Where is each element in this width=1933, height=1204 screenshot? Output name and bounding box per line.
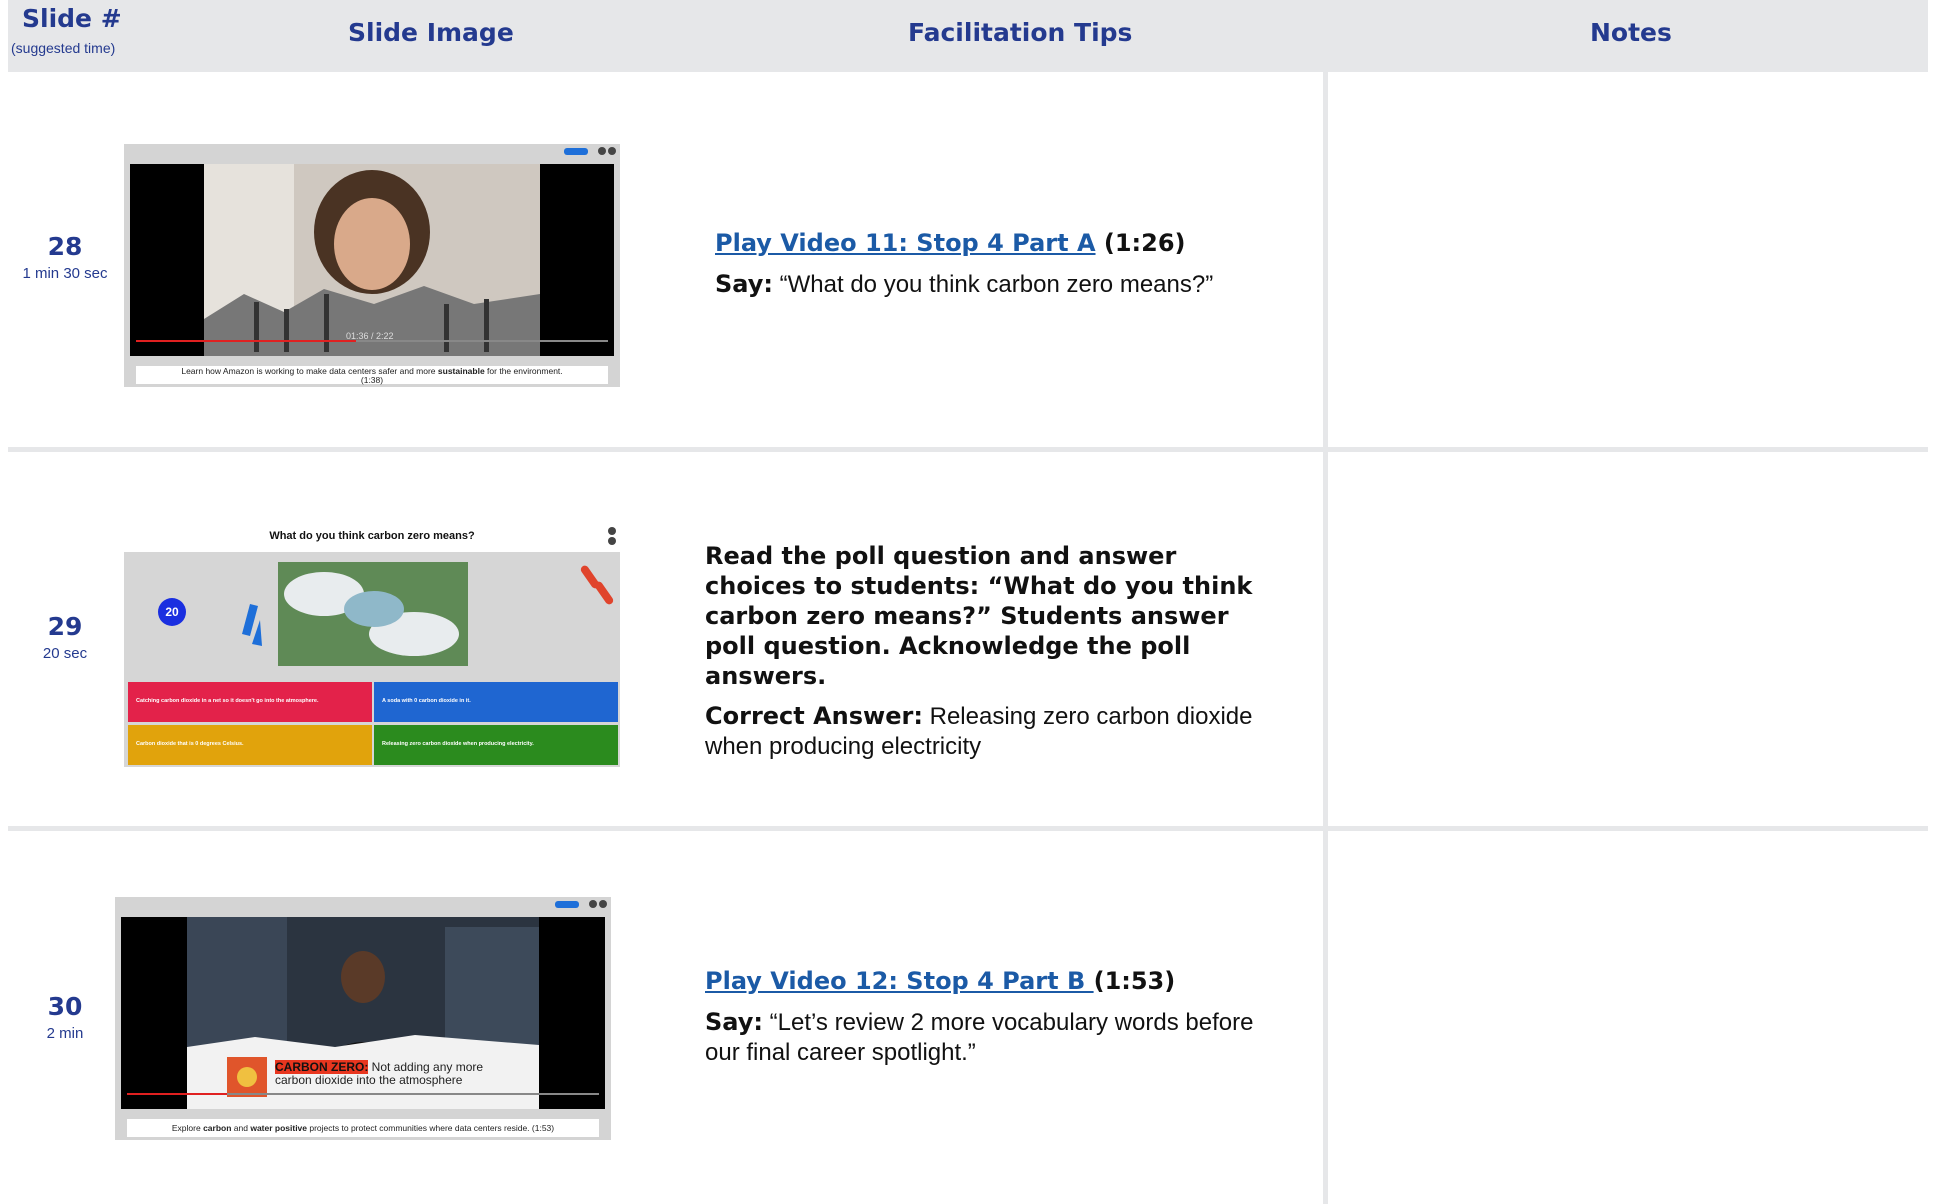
caption-bold: carbon bbox=[203, 1123, 232, 1133]
facilitation-tips-cell: Play Video 12: Stop 4 Part B (1:53) Say:… bbox=[705, 966, 1285, 1078]
say-line: Say: “What do you think carbon zero mean… bbox=[715, 269, 1275, 300]
header-suggested-time: (suggested time) bbox=[11, 40, 116, 56]
video-link[interactable]: Play Video 11: Stop 4 Part A bbox=[715, 229, 1096, 257]
say-line: Say: “Let’s review 2 more vocabulary wor… bbox=[705, 1007, 1285, 1068]
caption-text: Learn how Amazon is working to make data… bbox=[181, 366, 438, 376]
slide-number: 29 bbox=[47, 612, 83, 641]
poll-answer-d[interactable]: Releasing zero carbon dioxide when produ… bbox=[382, 741, 612, 747]
video-line: Play Video 11: Stop 4 Part A (1:26) bbox=[715, 228, 1275, 259]
video-line: Play Video 12: Stop 4 Part B (1:53) bbox=[705, 966, 1285, 997]
caption-text: for the environment. bbox=[484, 366, 563, 376]
table-header: Slide # (suggested time) Slide Image Fac… bbox=[8, 0, 1928, 72]
suggested-time: 1 min 30 sec bbox=[22, 265, 108, 282]
video-duration: (1:53) bbox=[1093, 967, 1176, 995]
slide-number: 28 bbox=[47, 232, 83, 261]
caption-text: and bbox=[231, 1123, 251, 1133]
slide-number-cell: 30 2 min bbox=[0, 992, 130, 1042]
header-slide-image: Slide Image bbox=[348, 18, 514, 47]
slide-number-cell: 29 20 sec bbox=[0, 612, 130, 662]
video-link[interactable]: Play Video 12: Stop 4 Part B bbox=[705, 967, 1094, 995]
say-text: “What do you think carbon zero means?” bbox=[772, 271, 1214, 298]
correct-answer-label: Correct Answer: bbox=[705, 702, 923, 730]
header-slide-number: Slide # bbox=[22, 4, 122, 33]
vocabulary-definition: Not adding any more bbox=[368, 1060, 484, 1074]
say-text: “Let’s review 2 more vocabulary words be… bbox=[705, 1009, 1254, 1066]
thumbnail-caption: Learn how Amazon is working to make data… bbox=[136, 367, 608, 385]
suggested-time: 20 sec bbox=[42, 645, 88, 662]
video-player-graphic bbox=[115, 897, 611, 1140]
poll-answer-b[interactable]: A soda with 0 carbon dioxide in it. bbox=[382, 698, 612, 704]
poll-graphic bbox=[124, 527, 620, 767]
poll-answer-a[interactable]: Catching carbon dioxide in a net so it d… bbox=[136, 698, 366, 704]
poll-answer-c[interactable]: Carbon dioxide that is 0 degrees Celsius… bbox=[136, 741, 366, 747]
column-divider bbox=[1323, 72, 1328, 1204]
header-notes: Notes bbox=[1590, 18, 1672, 47]
correct-answer-line: Correct Answer: Releasing zero carbon di… bbox=[705, 701, 1265, 762]
vocabulary-banner: CARBON ZERO: Not adding any more carbon … bbox=[275, 1060, 484, 1087]
slide-thumbnail-video[interactable]: 01:36 / 2:22 Learn how Amazon is working… bbox=[124, 144, 620, 387]
vocabulary-term: CARBON ZERO: bbox=[275, 1060, 369, 1074]
slide-thumbnail-video[interactable]: CARBON ZERO: Not adding any more carbon … bbox=[115, 897, 611, 1140]
video-player-graphic bbox=[124, 144, 620, 387]
poll-instructions: Read the poll question and answer choice… bbox=[705, 542, 1253, 690]
slide-number-cell: 28 1 min 30 sec bbox=[0, 232, 130, 282]
say-label: Say: bbox=[705, 1008, 763, 1036]
suggested-time: 2 min bbox=[46, 1025, 84, 1042]
slide-thumbnail-poll[interactable]: What do you think carbon zero means? 20 … bbox=[124, 524, 620, 767]
caption-time: (1:38) bbox=[360, 375, 384, 385]
video-duration: (1:26) bbox=[1095, 229, 1186, 257]
video-timecode: 01:36 / 2:22 bbox=[346, 331, 394, 341]
caption-text: Explore bbox=[171, 1123, 204, 1133]
facilitation-tips-cell: Play Video 11: Stop 4 Part A (1:26) Say:… bbox=[715, 228, 1275, 310]
slide-number: 30 bbox=[47, 992, 83, 1021]
caption-text: projects to protect communities where da… bbox=[307, 1123, 555, 1133]
poll-timer: 20 bbox=[158, 598, 186, 626]
caption-bold: sustainable bbox=[437, 366, 485, 376]
header-facilitation-tips: Facilitation Tips bbox=[908, 18, 1133, 47]
row-divider bbox=[8, 826, 1928, 831]
thumbnail-caption: Explore carbon and water positive projec… bbox=[127, 1123, 599, 1133]
say-label: Say: bbox=[715, 270, 773, 298]
row-divider bbox=[8, 447, 1928, 452]
caption-bold: water positive bbox=[250, 1123, 308, 1133]
vocabulary-definition: carbon dioxide into the atmosphere bbox=[275, 1073, 463, 1087]
facilitation-tips-cell: Read the poll question and answer choice… bbox=[705, 541, 1265, 772]
